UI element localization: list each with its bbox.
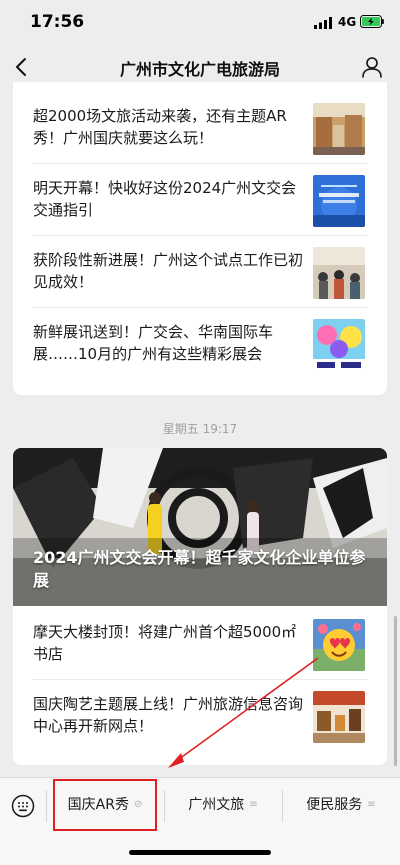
menu-item-ar-show[interactable]: 国庆AR秀 ⊘	[46, 778, 164, 832]
cover-title: 2024广州文交会开幕！超千家文化企业单位参展	[33, 548, 366, 590]
article-thumbnail	[313, 247, 365, 299]
article-row[interactable]: 新鲜展讯送到！广交会、华南国际车展……10月的广州有这些精彩展会	[13, 308, 387, 380]
profile-icon[interactable]	[361, 56, 383, 78]
scrollbar[interactable]	[394, 616, 397, 766]
status-time: 17:56	[30, 12, 85, 32]
article-card-2: 2024广州文交会开幕！超千家文化企业单位参展 摩天大楼封顶！将建广州首个超50…	[13, 448, 387, 765]
article-title: 获阶段性新进展！广州这个试点工作已初见成效！	[33, 251, 304, 291]
menu-lines-icon: ≡	[367, 799, 376, 810]
keyboard-toggle-icon[interactable]	[11, 794, 35, 818]
article-thumbnail	[313, 691, 365, 743]
article-title: 摩天大楼封顶！将建广州首个超5000㎡书店	[33, 623, 297, 663]
menu-item-label: 便民服务	[306, 797, 363, 813]
article-row[interactable]: 摩天大楼封顶！将建广州首个超5000㎡书店	[13, 608, 387, 680]
article-card-1: 超2000场文旅活动来袭，还有主题AR秀！广州国庆就要这么玩！ 明天开幕！快收好…	[13, 82, 387, 395]
article-thumbnail	[313, 619, 365, 671]
network-label: 4G	[338, 15, 357, 29]
article-title: 新鲜展讯送到！广交会、华南国际车展……10月的广州有这些精彩展会	[33, 323, 274, 363]
article-row[interactable]: 明天开幕！快收好这份2024广州文交会交通指引	[13, 164, 387, 236]
page-title: 广州市文化广电旅游局	[119, 60, 280, 79]
message-timestamp: 星期五 19:17	[162, 422, 238, 436]
article-title: 超2000场文旅活动来袭，还有主题AR秀！广州国庆就要这么玩！	[33, 107, 287, 147]
article-title: 明天开幕！快收好这份2024广州文交会交通指引	[33, 179, 297, 219]
article-row[interactable]: 超2000场文旅活动来袭，还有主题AR秀！广州国庆就要这么玩！	[13, 92, 387, 164]
article-thumbnail	[313, 103, 365, 155]
menu-item-guangzhou-tourism[interactable]: 广州文旅 ≡	[164, 778, 282, 832]
article-row[interactable]: 获阶段性新进展！广州这个试点工作已初见成效！	[13, 236, 387, 308]
menu-item-label: 广州文旅	[188, 797, 245, 813]
article-title: 国庆陶艺主题展上线！广州旅游信息咨询中心再开新网点！	[33, 695, 304, 735]
battery-charging-icon	[360, 15, 384, 28]
article-row[interactable]: 国庆陶艺主题展上线！广州旅游信息咨询中心再开新网点！	[13, 680, 387, 752]
menu-lines-icon: ≡	[249, 799, 258, 810]
menu-item-public-service[interactable]: 便民服务 ≡	[282, 778, 400, 832]
home-indicator[interactable]	[129, 850, 271, 855]
cover-article[interactable]: 2024广州文交会开幕！超千家文化企业单位参展	[13, 448, 387, 606]
menu-item-label: 国庆AR秀	[67, 797, 129, 813]
status-bar: 17:56 4G	[0, 0, 400, 44]
signal-icon	[314, 17, 332, 29]
back-arrow-icon[interactable]	[12, 57, 32, 77]
link-icon: ⊘	[133, 799, 143, 810]
article-thumbnail	[313, 319, 365, 371]
article-thumbnail	[313, 175, 365, 227]
